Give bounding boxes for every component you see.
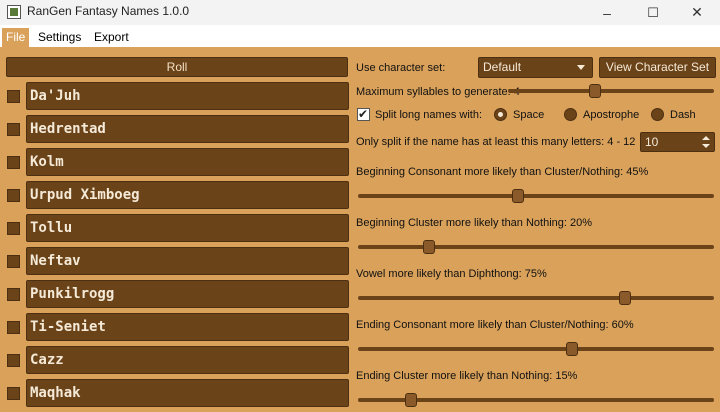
slider-handle[interactable] [512, 189, 525, 203]
slider-handle[interactable] [619, 291, 631, 305]
name-row: Hedrentad [6, 115, 349, 145]
split-names-checkbox[interactable] [357, 107, 370, 121]
ending-cluster-slider-label: Ending Cluster more likely than Nothing:… [356, 370, 578, 382]
menu-export[interactable]: Export [90, 28, 133, 47]
max-syllables-label: Maximum syllables to generate: 4 [356, 86, 520, 98]
character-set-value: Default [483, 60, 522, 74]
name-lock-checkbox[interactable] [7, 255, 20, 268]
name-lock-checkbox[interactable] [7, 387, 20, 400]
name-field[interactable]: Cazz [26, 346, 349, 374]
beginning-consonant-slider[interactable] [358, 189, 714, 203]
slider-track [508, 89, 714, 93]
beginning-cluster-slider-label: Beginning Cluster more likely than Nothi… [356, 217, 593, 229]
view-character-set-button[interactable]: View Character Set [599, 57, 716, 78]
radio-dash-label: Dash [670, 109, 696, 121]
name-row: Maqhak [6, 379, 349, 409]
name-lock-checkbox[interactable] [7, 90, 20, 103]
spin-up-icon[interactable] [702, 136, 710, 140]
slider-handle[interactable] [565, 342, 578, 356]
name-row: Ti-Seniet [6, 313, 349, 343]
name-field[interactable]: Tollu [26, 214, 349, 242]
name-row: Punkilrogg [6, 280, 349, 310]
vowel-slider[interactable] [358, 291, 714, 305]
min-letters-spinbox[interactable]: 10 [640, 132, 715, 152]
ending-cluster-slider[interactable] [358, 393, 714, 407]
maximize-button[interactable]: ☐ [630, 0, 676, 25]
name-lock-checkbox[interactable] [7, 321, 20, 334]
character-set-label: Use character set: [356, 62, 446, 74]
name-row: Kolm [6, 148, 349, 178]
name-lock-checkbox[interactable] [7, 354, 20, 367]
menu-bar: File Settings Export [0, 25, 720, 47]
name-field[interactable]: Maqhak [26, 379, 349, 407]
name-lock-checkbox[interactable] [7, 123, 20, 136]
name-lock-checkbox[interactable] [7, 189, 20, 202]
radio-space-label: Space [513, 109, 545, 121]
menu-settings[interactable]: Settings [34, 28, 85, 47]
slider-track [358, 296, 714, 300]
name-field[interactable]: Urpud Ximboeg [26, 181, 349, 209]
name-field[interactable]: Kolm [26, 148, 349, 176]
min-letters-value: 10 [645, 135, 659, 149]
slider-track [358, 194, 714, 198]
radio-space[interactable] [494, 108, 507, 121]
name-lock-checkbox[interactable] [7, 222, 20, 235]
close-button[interactable]: ✕ [674, 0, 720, 25]
name-field[interactable]: Da'Juh [26, 82, 349, 110]
title-bar: RanGen Fantasy Names 1.0.0 – ☐ ✕ [0, 0, 720, 25]
slider-track [358, 245, 714, 249]
name-row: Neftav [6, 247, 349, 277]
ending-consonant-slider-label: Ending Consonant more likely than Cluste… [356, 319, 634, 331]
spin-down-icon[interactable] [702, 144, 710, 148]
name-field[interactable]: Neftav [26, 247, 349, 275]
minimize-button[interactable]: – [584, 0, 630, 25]
window-title: RanGen Fantasy Names 1.0.0 [27, 4, 190, 18]
name-field[interactable]: Punkilrogg [26, 280, 349, 308]
radio-apostrophe-label: Apostrophe [583, 109, 640, 121]
name-row: Cazz [6, 346, 349, 376]
name-row: Urpud Ximboeg [6, 181, 349, 211]
slider-handle[interactable] [588, 84, 601, 98]
slider-track [358, 347, 714, 351]
radio-dash[interactable] [651, 108, 664, 121]
ending-consonant-slider[interactable] [358, 342, 714, 356]
app-icon [7, 5, 21, 19]
radio-apostrophe[interactable] [564, 108, 577, 121]
split-names-label: Split long names with: [375, 109, 482, 121]
min-letters-label: Only split if the name has at least this… [356, 136, 636, 148]
chevron-down-icon [577, 65, 585, 70]
character-set-dropdown[interactable]: Default [478, 57, 593, 78]
menu-file[interactable]: File [2, 28, 30, 47]
name-row: Tollu [6, 214, 349, 244]
slider-handle[interactable] [405, 393, 418, 407]
beginning-cluster-slider[interactable] [358, 240, 714, 254]
beginning-consonant-slider-label: Beginning Consonant more likely than Clu… [356, 166, 649, 178]
roll-button[interactable]: Roll [6, 57, 348, 77]
slider-handle[interactable] [423, 240, 436, 254]
name-field[interactable]: Hedrentad [26, 115, 349, 143]
name-field[interactable]: Ti-Seniet [26, 313, 349, 341]
name-row: Da'Juh [6, 82, 349, 112]
name-lock-checkbox[interactable] [7, 156, 20, 169]
max-syllables-slider[interactable] [508, 84, 714, 98]
name-lock-checkbox[interactable] [7, 288, 20, 301]
vowel-slider-label: Vowel more likely than Diphthong: 75% [356, 268, 547, 280]
